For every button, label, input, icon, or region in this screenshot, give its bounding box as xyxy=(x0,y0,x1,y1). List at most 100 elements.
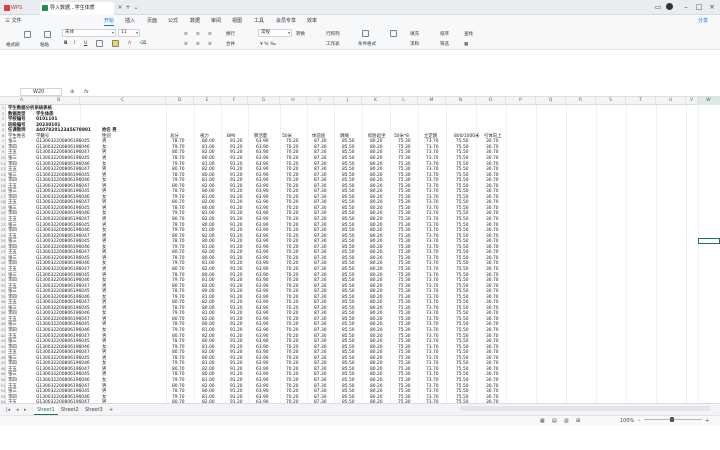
column-header-l[interactable]: L xyxy=(390,97,418,105)
column-header-v[interactable]: V xyxy=(686,97,698,105)
paste-label: 粘贴 xyxy=(40,43,49,48)
minimize-icon[interactable]: – xyxy=(680,1,692,13)
column-header-k[interactable]: K xyxy=(362,97,390,105)
fx-icon[interactable]: fx xyxy=(84,88,89,96)
zoom-slider-handle[interactable] xyxy=(670,417,674,422)
column-header-g[interactable]: G xyxy=(248,97,280,105)
filter-button[interactable]: 筛选 xyxy=(440,41,449,48)
sheet-tab-sheet3[interactable]: Sheet3 xyxy=(82,405,106,415)
add-sheet-button[interactable]: + xyxy=(106,405,116,415)
close-window-icon[interactable]: × xyxy=(706,1,718,13)
document-tab[interactable]: 导入数据...学生体质 xyxy=(40,2,114,15)
column-header-u[interactable]: U xyxy=(656,97,686,105)
column-header-f[interactable]: F xyxy=(221,97,248,105)
convert-button[interactable]: 转换 xyxy=(296,31,305,38)
align-right-icon[interactable]: ≡ xyxy=(208,41,212,48)
column-header-r[interactable]: R xyxy=(566,97,596,105)
bold-icon[interactable]: B xyxy=(64,40,67,47)
menu-formula[interactable]: 公式 xyxy=(168,17,178,25)
column-header-t[interactable]: T xyxy=(626,97,656,105)
fill-color-icon[interactable] xyxy=(112,40,119,47)
share-button[interactable]: 分享 xyxy=(698,17,708,25)
menu-file[interactable]: 三 文件 xyxy=(5,17,22,25)
sheet-tab-sheet1[interactable]: Sheet1 xyxy=(34,405,58,415)
column-header-n[interactable]: N xyxy=(446,97,476,105)
cell-style-icon[interactable] xyxy=(390,30,397,37)
blank-area xyxy=(0,425,720,450)
underline-icon[interactable]: U xyxy=(84,40,87,47)
window-layout-icon[interactable]: ▭ xyxy=(652,1,664,13)
zoom-icon[interactable]: ⊕ xyxy=(70,88,74,96)
conditional-format-button[interactable]: 条件格式 xyxy=(358,41,376,48)
clear-format-icon[interactable]: ⌫ xyxy=(140,40,146,47)
font-size-select[interactable]: 11 ▾ xyxy=(118,29,140,37)
name-box[interactable]: W20 xyxy=(20,88,62,96)
sort-button[interactable]: 排序 xyxy=(440,31,449,38)
chevron-down-icon: ▾ xyxy=(135,30,138,35)
column-header-h[interactable]: H xyxy=(280,97,307,105)
row-col-button[interactable]: 行和列 xyxy=(326,31,340,38)
column-header-p[interactable]: P xyxy=(506,97,536,105)
border-icon[interactable] xyxy=(96,40,103,47)
fill-button[interactable]: 填充 xyxy=(410,31,419,38)
align-top-icon[interactable]: ≡ xyxy=(184,31,188,38)
align-middle-icon[interactable]: ≡ xyxy=(196,31,200,38)
menu-view[interactable]: 视图 xyxy=(232,17,242,25)
column-header-s[interactable]: S xyxy=(596,97,626,105)
italic-icon[interactable]: I xyxy=(74,40,75,47)
avatar[interactable] xyxy=(666,3,673,10)
next-sheet-icon[interactable]: ▸ xyxy=(24,405,27,415)
menu-tools[interactable]: 工具 xyxy=(254,17,264,25)
formula-bar xyxy=(0,86,720,97)
horizontal-scrollbar[interactable] xyxy=(460,406,710,411)
spreadsheet-grid[interactable]: ABCDEFGHIJKLMNOPQRSTUVW 1 2 3 4 5 6 7 8 9 10 11 12 1… xyxy=(0,97,720,403)
selected-cell-w20[interactable] xyxy=(698,238,720,244)
column-header-w[interactable]: W xyxy=(698,97,720,105)
menu-review[interactable]: 审阅 xyxy=(211,17,221,25)
number-format-select[interactable]: 常规 ▾ xyxy=(258,29,292,37)
column-header-e[interactable]: E xyxy=(194,97,221,105)
format-painter-icon[interactable] xyxy=(24,31,31,38)
menu-member[interactable]: 会员专享 xyxy=(276,17,296,25)
align-center-icon[interactable]: ≡ xyxy=(196,41,200,48)
table-style-icon[interactable] xyxy=(362,30,369,37)
new-tab-icon[interactable]: + xyxy=(124,2,132,13)
prev-sheet-icon[interactable]: ◂ xyxy=(16,405,19,415)
menu-efficiency[interactable]: 效率 xyxy=(307,17,317,25)
column-header-o[interactable]: O xyxy=(476,97,506,105)
wps-home-tab[interactable]: WPS Office xyxy=(2,2,36,23)
align-bottom-icon[interactable]: ≡ xyxy=(208,31,212,38)
column-header-c[interactable]: C xyxy=(80,97,166,105)
find-button[interactable]: 查找 xyxy=(464,31,473,38)
menu-insert[interactable]: 插入 xyxy=(125,17,135,25)
font-family-select[interactable]: 宋体 ▾ xyxy=(62,29,116,37)
worksheet-button[interactable]: 工作表 xyxy=(326,41,340,48)
document-tab-title: 导入数据...学生体质 xyxy=(50,5,95,11)
menu-data[interactable]: 数据 xyxy=(190,17,200,25)
column-header-d[interactable]: D xyxy=(166,97,194,105)
wps-spreadsheet-window: WPS Office 导入数据...学生体质 × + ⌄ ▭ – □ × 三 文… xyxy=(0,0,720,450)
sum-button[interactable]: 求和 xyxy=(410,41,419,48)
column-header-i[interactable]: I xyxy=(307,97,334,105)
column-header-m[interactable]: M xyxy=(418,97,446,105)
wrap-text-button[interactable]: 换行 xyxy=(226,31,235,38)
chevron-down-icon[interactable]: ⌄ xyxy=(132,2,140,13)
column-header-j[interactable]: J xyxy=(334,97,362,105)
align-left-icon[interactable]: ≡ xyxy=(184,41,188,48)
currency-icon[interactable]: ¥ % ‰ xyxy=(260,41,276,48)
column-header-a[interactable]: A xyxy=(6,97,38,105)
maximize-icon[interactable]: □ xyxy=(693,1,705,13)
close-tab-icon[interactable]: × xyxy=(116,2,124,13)
first-sheet-icon[interactable]: |◂ xyxy=(6,405,10,415)
column-header-b[interactable]: B xyxy=(38,97,80,105)
chevron-down-icon: ▾ xyxy=(287,30,290,35)
menu-page[interactable]: 页面 xyxy=(147,17,157,25)
menu-home[interactable]: 开始 xyxy=(104,17,115,26)
sheet-tab-sheet2[interactable]: Sheet2 xyxy=(58,405,82,415)
merge-cells-button[interactable]: 合并 xyxy=(226,41,235,48)
ribbon: 三 文件 开始 插入 页面 公式 数据 审阅 视图 工具 会员专享 效率 分享 … xyxy=(0,15,720,50)
paste-icon[interactable] xyxy=(44,31,51,38)
font-color-icon[interactable]: A xyxy=(128,40,131,47)
chart-icon[interactable]: ▦ xyxy=(464,41,468,48)
column-header-q[interactable]: Q xyxy=(536,97,566,105)
